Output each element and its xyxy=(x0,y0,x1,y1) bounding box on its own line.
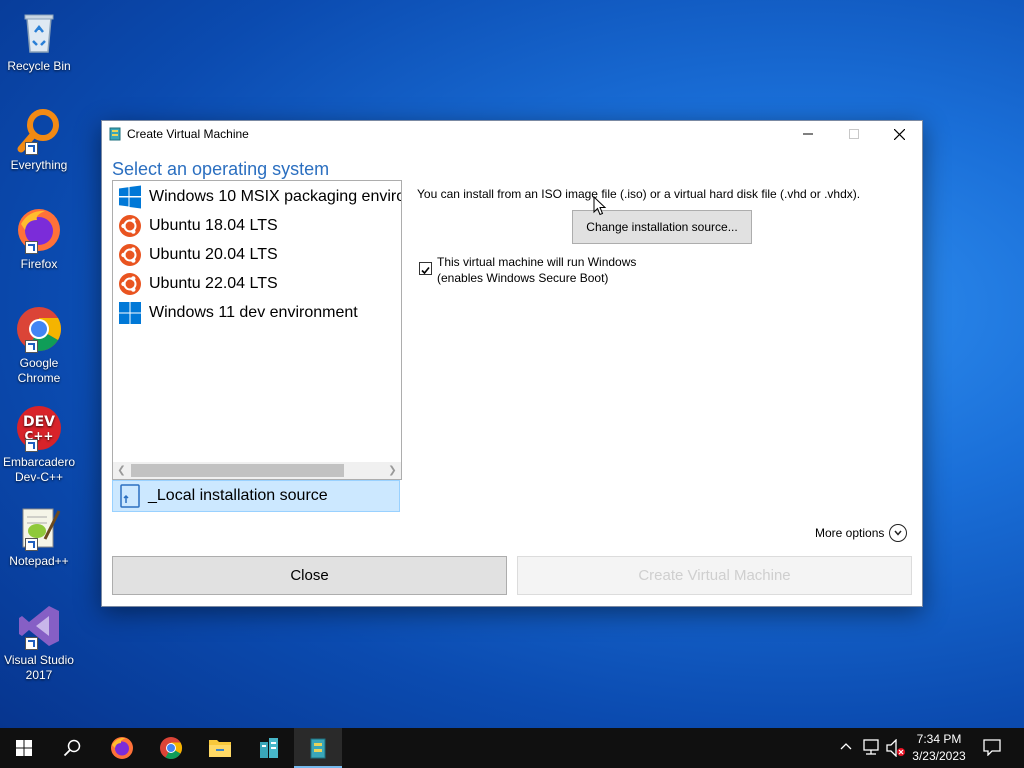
section-title: Select an operating system xyxy=(112,159,330,179)
taskbar-clock[interactable]: 7:34 PM 3/23/2023 xyxy=(905,731,973,765)
os-item-ubuntu-2004[interactable]: Ubuntu 20.04 LTS xyxy=(118,241,278,269)
desktop-icon-notepadpp[interactable]: Notepad++ xyxy=(2,503,76,569)
run-windows-checkbox[interactable] xyxy=(419,262,432,275)
create-vm-window: Create Virtual Machine Select an operati… xyxy=(101,120,923,607)
more-options-button[interactable]: More options xyxy=(815,524,908,542)
hyperv-quick-create-icon xyxy=(109,127,121,141)
shortcut-arrow-icon xyxy=(25,241,38,254)
scroll-right-icon[interactable]: ❯ xyxy=(384,462,401,479)
desktop-icon-everything[interactable]: Everything xyxy=(2,107,76,173)
more-options-label: More options xyxy=(815,526,885,540)
ubuntu-logo-icon xyxy=(119,273,141,295)
clock-date: 3/23/2023 xyxy=(912,749,966,763)
desktop-icon-label: Visual Studio 2017 xyxy=(4,653,74,682)
close-button[interactable]: Close xyxy=(112,556,507,595)
recycle-bin-icon xyxy=(15,8,63,56)
run-windows-label: This virtual machine will run Windows (e… xyxy=(437,254,636,286)
desktop-icon-label: Embarcadero Dev-C++ xyxy=(2,455,76,484)
install-info-text: You can install from an ISO image file (… xyxy=(417,187,861,201)
shortcut-arrow-icon xyxy=(25,142,38,155)
windows-logo-icon xyxy=(119,302,141,324)
hyperv-manager-icon xyxy=(260,738,278,758)
taskbar-hyperv-manager[interactable] xyxy=(245,728,293,768)
local-installation-source-item[interactable]: _Local installation source xyxy=(112,480,400,512)
os-item-label: Windows 10 MSIX packaging environment xyxy=(149,188,401,205)
chevron-up-icon[interactable] xyxy=(840,742,852,750)
horizontal-scrollbar[interactable]: ❮ ❯ xyxy=(113,462,401,479)
hyperv-quick-create-icon xyxy=(310,738,326,759)
title-bar[interactable]: Create Virtual Machine xyxy=(102,121,922,147)
desktop-icon-recycle-bin[interactable]: Recycle Bin xyxy=(2,8,76,74)
windows-logo-icon xyxy=(119,185,141,209)
mouse-cursor-icon xyxy=(593,196,607,216)
shortcut-arrow-icon xyxy=(25,439,38,452)
os-item-ubuntu-1804[interactable]: Ubuntu 18.04 LTS xyxy=(118,212,278,240)
folder-icon xyxy=(209,740,231,757)
desktop-icon-visual-studio[interactable]: Visual Studio 2017 xyxy=(2,602,76,683)
visual-studio-icon xyxy=(15,602,63,650)
checkbox-label-line2: (enables Windows Secure Boot) xyxy=(437,271,609,285)
minimize-icon xyxy=(803,133,813,135)
taskbar-chrome[interactable] xyxy=(147,728,195,768)
scroll-left-icon[interactable]: ❮ xyxy=(113,462,130,479)
desktop-icon-firefox[interactable]: Firefox xyxy=(2,206,76,272)
search-icon xyxy=(63,739,81,757)
create-virtual-machine-button[interactable]: Create Virtual Machine xyxy=(517,556,912,595)
checkbox-label-line1: This virtual machine will run Windows xyxy=(437,255,637,269)
taskbar-file-explorer[interactable] xyxy=(196,728,244,768)
desktop-icon-label: Notepad++ xyxy=(9,554,69,568)
os-item-label: Ubuntu 20.04 LTS xyxy=(149,246,278,263)
desktop-icon-label: Everything xyxy=(10,158,68,172)
maximize-icon xyxy=(849,129,859,139)
svg-text:DEV: DEV xyxy=(23,414,55,430)
chrome-icon xyxy=(160,737,182,759)
taskbar-search-button[interactable] xyxy=(48,728,96,768)
notification-icon[interactable] xyxy=(983,739,1001,756)
checkmark-icon xyxy=(421,266,430,275)
maximize-button[interactable] xyxy=(831,121,877,147)
minimize-button[interactable] xyxy=(785,121,831,147)
os-item-label: Windows 11 dev environment xyxy=(149,304,358,321)
network-icon[interactable] xyxy=(862,739,880,755)
clock-time: 7:34 PM xyxy=(916,732,962,746)
volume-muted-icon[interactable] xyxy=(886,739,906,757)
desktop-icon-chrome[interactable]: Google Chrome xyxy=(2,305,76,386)
chevron-down-icon xyxy=(889,524,908,542)
ubuntu-logo-icon xyxy=(119,215,141,237)
desktop-icon-label: Firefox xyxy=(20,257,58,271)
devcpp-icon: DEV C++ xyxy=(15,404,63,452)
window-title: Create Virtual Machine xyxy=(127,127,249,141)
start-button[interactable] xyxy=(0,728,48,768)
close-icon xyxy=(893,128,905,140)
windows-start-icon xyxy=(16,740,32,756)
os-item-label: Ubuntu 22.04 LTS xyxy=(149,275,278,292)
taskbar-firefox[interactable] xyxy=(98,728,146,768)
shortcut-arrow-icon xyxy=(25,340,38,353)
everything-search-icon xyxy=(15,107,63,155)
local-source-icon xyxy=(120,484,140,508)
taskbar-quick-create[interactable] xyxy=(294,728,342,768)
desktop-icon-label: Google Chrome xyxy=(17,356,61,385)
close-window-button[interactable] xyxy=(876,121,922,147)
os-list[interactable]: Windows 10 MSIX packaging environment Ub… xyxy=(112,180,402,480)
os-item-windows-10-msix[interactable]: Windows 10 MSIX packaging environment xyxy=(118,183,401,211)
os-item-ubuntu-2204[interactable]: Ubuntu 22.04 LTS xyxy=(118,270,278,298)
firefox-icon xyxy=(111,737,133,759)
ubuntu-logo-icon xyxy=(119,244,141,266)
taskbar: 7:34 PM 3/23/2023 xyxy=(0,728,1024,768)
desktop-icon-label: Recycle Bin xyxy=(7,59,71,73)
notepadpp-icon xyxy=(15,503,63,551)
scrollbar-thumb[interactable] xyxy=(131,464,344,477)
shortcut-arrow-icon xyxy=(25,637,38,650)
os-item-label: Ubuntu 18.04 LTS xyxy=(149,217,278,234)
firefox-icon xyxy=(15,206,63,254)
os-item-windows-11-dev[interactable]: Windows 11 dev environment xyxy=(118,299,358,327)
shortcut-arrow-icon xyxy=(25,538,38,551)
local-source-label: _Local installation source xyxy=(148,487,328,504)
desktop-icon-devcpp[interactable]: DEV C++ Embarcadero Dev-C++ xyxy=(2,404,76,485)
chrome-icon xyxy=(15,305,63,353)
